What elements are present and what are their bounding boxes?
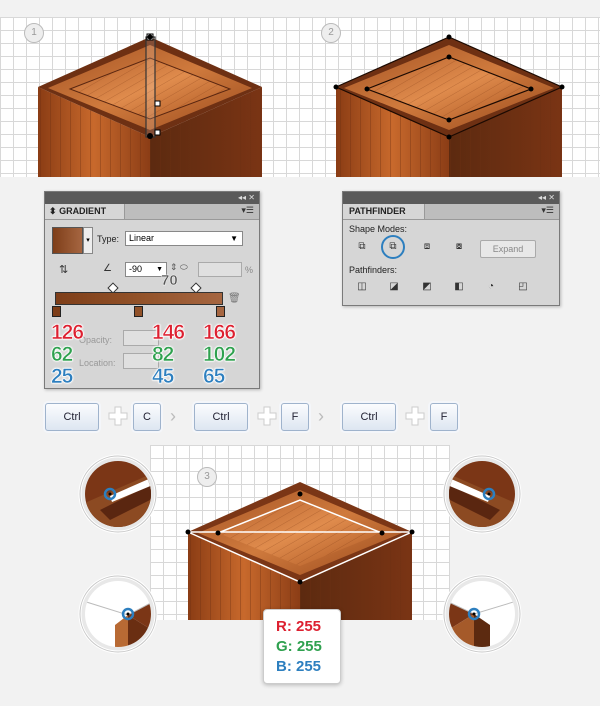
rgb-blue-value: B: 255: [276, 658, 322, 675]
zoom-circle-top-left: [78, 454, 158, 534]
rgb-red-value: R: 255: [276, 618, 322, 635]
rgb-color-box: R: 255 G: 255 B: 255: [263, 609, 341, 684]
rgb-green-value: G: 255: [276, 638, 322, 655]
step3-illustration: [78, 454, 522, 654]
zoom-circle-top-right: [442, 454, 522, 534]
zoom-circle-bottom-right: [442, 574, 522, 654]
zoom-circle-bottom-left: [78, 574, 158, 654]
